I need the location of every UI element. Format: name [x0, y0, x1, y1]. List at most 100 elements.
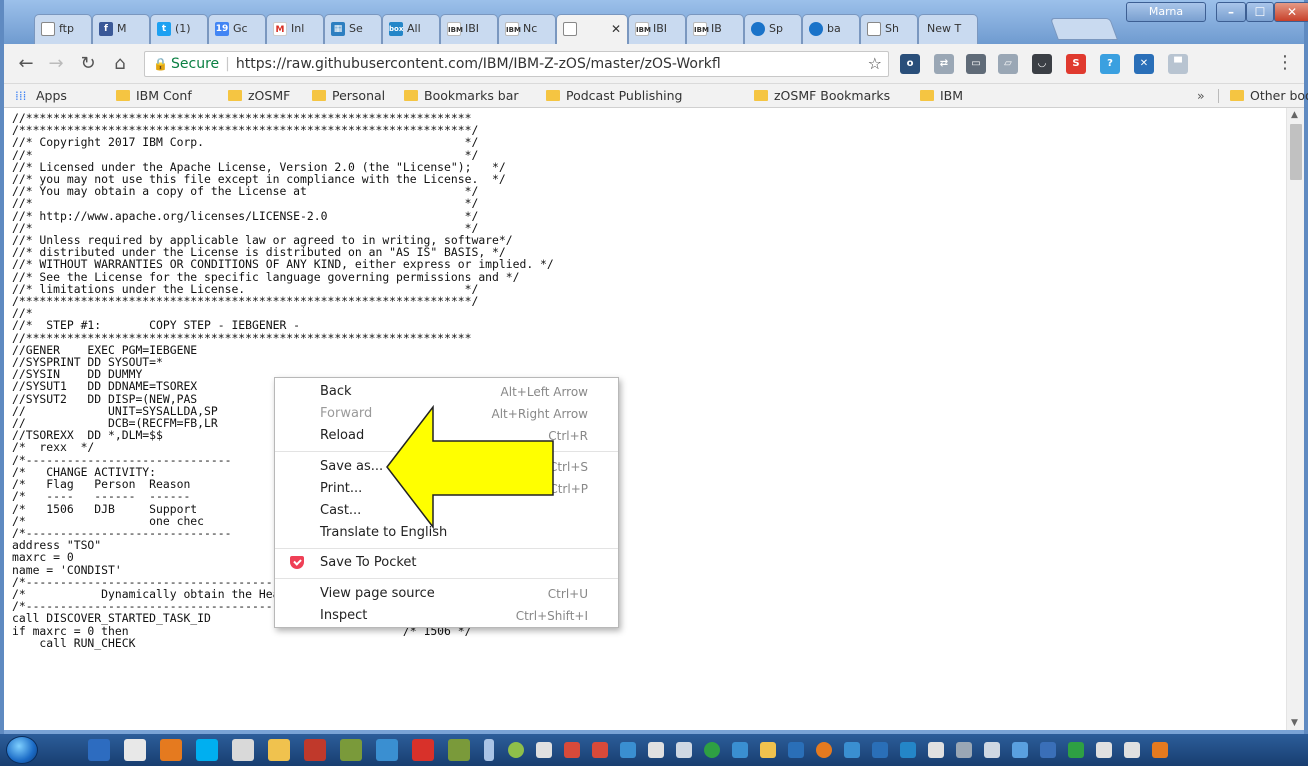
- tab-globe-2[interactable]: ba: [802, 14, 860, 44]
- menu-item-save-to-pocket[interactable]: Save To Pocket: [275, 552, 618, 574]
- tray-icon[interactable]: [536, 742, 552, 758]
- tray-icon[interactable]: [816, 742, 832, 758]
- extension-icon[interactable]: o: [900, 54, 920, 74]
- tab-box[interactable]: box All: [382, 14, 440, 44]
- taskbar-app-icon[interactable]: [88, 739, 110, 761]
- bookmark-folder[interactable]: Bookmarks bar: [402, 84, 519, 108]
- new-tab-button[interactable]: [1049, 18, 1119, 40]
- profile-button[interactable]: Marna: [1126, 2, 1206, 22]
- maximize-button[interactable]: ☐: [1246, 2, 1274, 22]
- tray-icon[interactable]: [732, 742, 748, 758]
- menu-item-view-source[interactable]: View page source Ctrl+U: [275, 583, 618, 605]
- globe-icon: [751, 22, 765, 36]
- acrobat-icon[interactable]: [412, 739, 434, 761]
- window-close-button[interactable]: ✕: [1274, 2, 1308, 22]
- tray-icon[interactable]: [872, 742, 888, 758]
- tab-ibm-4[interactable]: IBM IB: [686, 14, 744, 44]
- reload-icon[interactable]: ↻: [76, 52, 100, 76]
- tray-icon[interactable]: [676, 742, 692, 758]
- home-icon[interactable]: ⌂: [108, 52, 132, 76]
- tab-ftp[interactable]: ftp: [34, 14, 92, 44]
- back-arrow-icon[interactable]: ←: [14, 52, 38, 76]
- doc-icon: [563, 22, 577, 36]
- bookmark-apps[interactable]: ⁞⁞⁞ Apps: [14, 84, 67, 108]
- taskbar-app-icon[interactable]: [304, 739, 326, 761]
- extension-icon[interactable]: S: [1066, 54, 1086, 74]
- tab-new[interactable]: New T: [918, 14, 978, 44]
- taskbar-app-icon[interactable]: [376, 739, 398, 761]
- tray-icon[interactable]: [1012, 742, 1028, 758]
- tray-icon[interactable]: [956, 742, 972, 758]
- tab-grid[interactable]: ▦ Se: [324, 14, 382, 44]
- box-icon[interactable]: [900, 742, 916, 758]
- bookmarks-overflow-button[interactable]: »: [1197, 84, 1205, 108]
- star-icon[interactable]: ☆: [868, 52, 882, 76]
- tab-globe-1[interactable]: Sp: [744, 14, 802, 44]
- extension-icon[interactable]: ▀: [1168, 54, 1188, 74]
- tab-ibm-2[interactable]: IBM Nc: [498, 14, 556, 44]
- skype-icon[interactable]: [196, 739, 218, 761]
- volume-icon[interactable]: [1152, 742, 1168, 758]
- tab-calendar[interactable]: 19 Gc: [208, 14, 266, 44]
- lock-icon[interactable]: [984, 742, 1000, 758]
- tab-ibm-3[interactable]: IBM IBI: [628, 14, 686, 44]
- menu-item-inspect[interactable]: Inspect Ctrl+Shift+I: [275, 605, 618, 627]
- tray-icon[interactable]: [592, 742, 608, 758]
- bookmark-folder[interactable]: Personal: [310, 84, 385, 108]
- code-line: //* */: [12, 196, 479, 211]
- bookmark-folder[interactable]: IBM Conf: [114, 84, 192, 108]
- tab-twitter[interactable]: t (1): [150, 14, 208, 44]
- minimize-button[interactable]: –: [1216, 2, 1246, 22]
- taskbar-app-icon[interactable]: [340, 739, 362, 761]
- tab-gmail[interactable]: M Inl: [266, 14, 324, 44]
- menu-item-back[interactable]: Back Alt+Left Arrow: [275, 381, 618, 403]
- bookmark-folder[interactable]: zOSMF Bookmarks: [752, 84, 890, 108]
- firefox-icon[interactable]: [160, 739, 182, 761]
- address-bar[interactable]: 🔒 Secure | https://raw.githubusercontent.c…: [144, 51, 889, 77]
- tab-active[interactable]: ✕: [556, 14, 628, 44]
- close-icon[interactable]: ✕: [611, 15, 621, 43]
- tray-icon[interactable]: [704, 742, 720, 758]
- scroll-up-icon[interactable]: ▲: [1291, 110, 1298, 120]
- extension-icon[interactable]: ✕: [1134, 54, 1154, 74]
- tray-icon[interactable]: [844, 742, 860, 758]
- bluetooth-icon[interactable]: [1040, 742, 1056, 758]
- bookmark-folder[interactable]: zOSMF: [226, 84, 290, 108]
- start-button[interactable]: [6, 736, 38, 764]
- tray-icon[interactable]: [620, 742, 636, 758]
- extension-icon[interactable]: ?: [1100, 54, 1120, 74]
- extension-icon[interactable]: ⇄: [934, 54, 954, 74]
- extension-icon[interactable]: ▱: [998, 54, 1018, 74]
- bookmark-folder[interactable]: Podcast Publishing: [544, 84, 682, 108]
- box-icon: box: [389, 22, 403, 36]
- tray-icon[interactable]: [508, 742, 524, 758]
- extension-icon[interactable]: ▭: [966, 54, 986, 74]
- scroll-down-icon[interactable]: ▼: [1291, 718, 1298, 728]
- tab-ibm-1[interactable]: IBM IBI: [440, 14, 498, 44]
- bookmark-other[interactable]: Other bookmarks: [1228, 84, 1308, 108]
- tray-icon[interactable]: [760, 742, 776, 758]
- tab-sh[interactable]: Sh: [860, 14, 918, 44]
- forward-arrow-icon[interactable]: →: [44, 52, 68, 76]
- folder-icon[interactable]: [268, 739, 290, 761]
- chrome-icon[interactable]: [124, 739, 146, 761]
- bookmark-folder[interactable]: IBM: [918, 84, 963, 108]
- menu-dots-icon[interactable]: ⋮: [1276, 52, 1294, 73]
- taskbar-app-icon[interactable]: [448, 739, 470, 761]
- page-content: //**************************************…: [4, 108, 1286, 730]
- tray-icon[interactable]: [1068, 742, 1084, 758]
- taskbar-app-icon[interactable]: [232, 739, 254, 761]
- vertical-scrollbar[interactable]: ▲ ▼: [1286, 108, 1304, 730]
- tray-icon[interactable]: [1096, 742, 1112, 758]
- scrollbar-thumb[interactable]: [1290, 124, 1302, 180]
- lock-icon: 🔒: [153, 57, 168, 71]
- browser-toolbar: ← → ↻ ⌂ 🔒 Secure | https://raw.githubuserc…: [4, 44, 1304, 84]
- pocket-icon[interactable]: ◡: [1032, 54, 1052, 74]
- tray-icon[interactable]: [788, 742, 804, 758]
- tray-expand-icon[interactable]: [484, 739, 494, 761]
- tab-facebook[interactable]: fM: [92, 14, 150, 44]
- tray-icon[interactable]: [928, 742, 944, 758]
- tray-icon[interactable]: [564, 742, 580, 758]
- tray-icon[interactable]: [648, 742, 664, 758]
- signal-icon[interactable]: [1124, 742, 1140, 758]
